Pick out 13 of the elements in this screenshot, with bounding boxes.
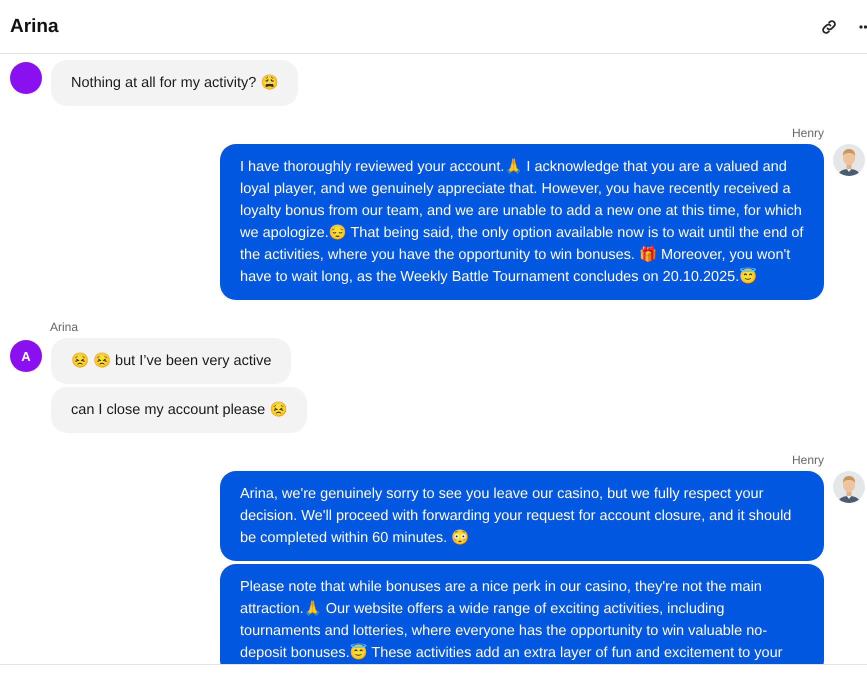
avatar xyxy=(10,62,42,94)
message-bubble: Arina, we're genuinely sorry to see you leave our casino, but we fully respect your decision. We'll proceed with forwarding your request for account closure, and it should be completed within 60 minutes. 😳 xyxy=(220,471,824,561)
sender-name: Henry xyxy=(792,126,824,140)
message-bubble: Please note that while bonuses are a nice perk in our casino, they're not the main attraction.🙏 Our website offers a wide range of exciting activities, including tournaments and lotteries, where everyone has the opportunity to win valuable no-deposit bonuses.😇 These activities add an extra layer of fun and excitement to your xyxy=(220,564,824,664)
message-bubble: 😣 😣 but I’ve been very active xyxy=(51,338,292,384)
message-bubble: Nothing at all for my activity? 😩 xyxy=(51,60,298,106)
message-bubble: I have thoroughly reviewed your account.🙏 I acknowledge that you are a valued and loyal player, and we genuinely appreciate that. However, you have recently received a loyalty bonus from our team, and we are unable to add a new one at this time, for which we apologize.😔 That being said, the only option available now is to wait until the end of the activities, where you have the opportunity to win bonuses. 🎁 Moreover, you won't have to wait long, as the Weekly Battle Tournament concludes on 20.10.2025.😇 xyxy=(220,144,824,300)
link-icon[interactable] xyxy=(820,18,838,36)
chat-title: Arina xyxy=(10,16,59,38)
message-bubble: can I close my account please 😣 xyxy=(51,387,308,433)
sender-name: Henry xyxy=(792,453,824,467)
sender-name: Arina xyxy=(50,320,80,334)
avatar: A xyxy=(10,340,42,372)
